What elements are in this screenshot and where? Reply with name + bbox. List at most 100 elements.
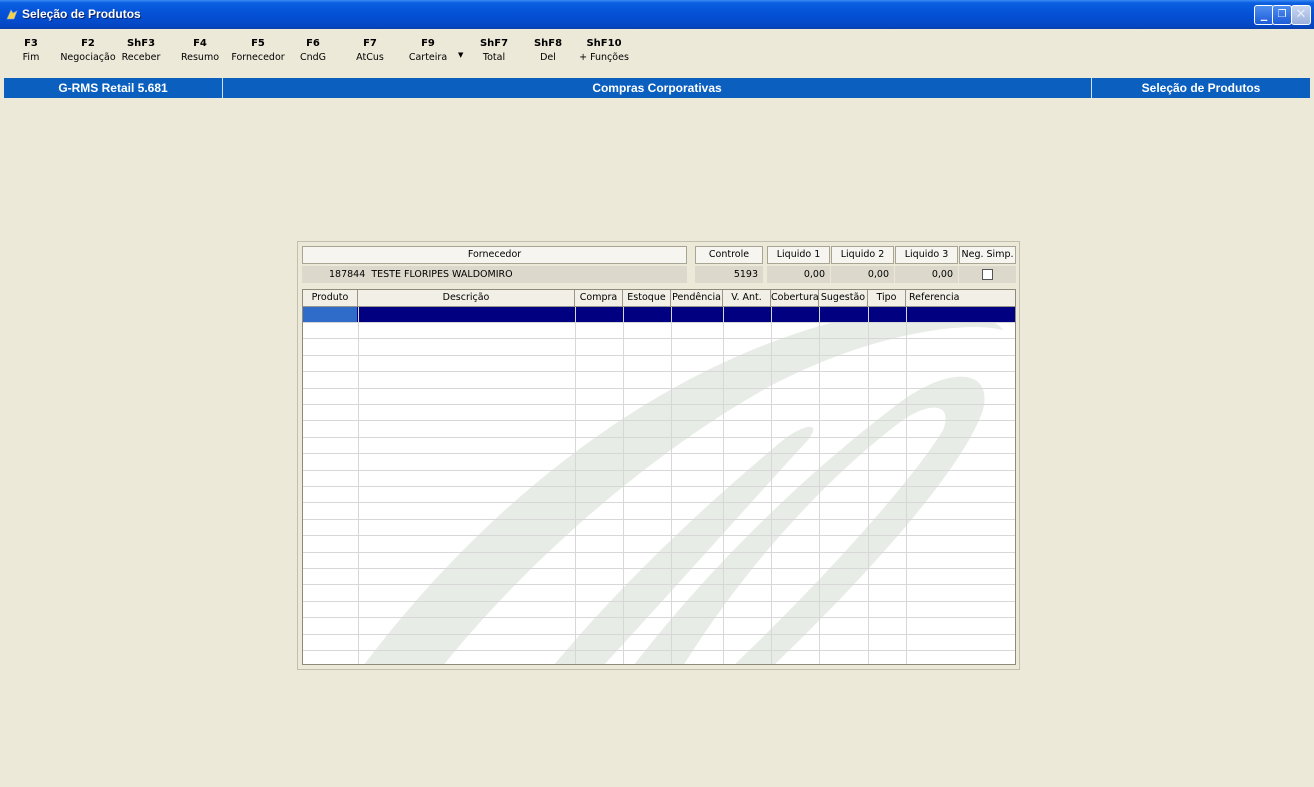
toolbar-button-carteira[interactable]: F9 Carteira [402, 37, 454, 66]
grid-row-line [303, 387, 1015, 389]
grid-row-line [303, 600, 1015, 602]
grid-row-line [303, 436, 1015, 438]
restore-button[interactable]: ❐ [1272, 5, 1292, 25]
liquido2-header: Liquido 2 [831, 246, 894, 264]
action-label: Carteira [408, 52, 448, 63]
watermark-logo [364, 311, 1003, 664]
column-header-cobertura[interactable]: Cobertura [771, 290, 819, 307]
grid-row-line [303, 617, 1015, 619]
grid-row-line [303, 453, 1015, 455]
grid-column-line [819, 307, 820, 664]
module-label: Compras Corporativas [592, 81, 722, 95]
grid-row-line [303, 469, 1015, 471]
close-button[interactable]: ✕ [1291, 5, 1311, 25]
grid-row-line [303, 568, 1015, 569]
toolbar-button-receber[interactable]: ShF3 Receber [119, 37, 163, 66]
column-header-v-ant[interactable]: V. Ant. [723, 290, 771, 307]
toolbar-button-atcus[interactable]: F7 AtCus [349, 37, 391, 66]
grid-row-line [303, 535, 1015, 537]
grid-column-line [623, 307, 624, 664]
restore-icon: ❐ [1277, 9, 1287, 20]
key-label: F7 [363, 38, 377, 49]
grid-column-line [723, 307, 724, 664]
action-label: Fornecedor [231, 52, 285, 63]
fornecedor-code: 187844 [329, 269, 366, 280]
toolbar-button-fim[interactable]: F3 Fim [14, 37, 48, 66]
fornecedor-value[interactable]: 187844 TESTE FLORIPES WALDOMIRO [302, 266, 687, 283]
grid-row-line [303, 633, 1015, 635]
grid-row-line [303, 502, 1015, 504]
grid-column-line [358, 307, 359, 664]
grid-column-line [575, 307, 576, 664]
neg-simp-checkbox[interactable] [982, 269, 993, 280]
grid-row-line [303, 420, 1015, 422]
column-header-tipo[interactable]: Tipo [868, 290, 906, 307]
toolbar-button-mais-funcoes[interactable]: ShF10 + Funções [579, 37, 629, 66]
grid-column-line [906, 307, 907, 664]
column-header-compra[interactable]: Compra [575, 290, 623, 307]
neg-simp-cell [959, 266, 1016, 283]
grid-column-line [771, 307, 772, 664]
minimize-icon: _ [1260, 7, 1268, 22]
toolbar-button-del[interactable]: ShF8 Del [529, 37, 567, 66]
products-grid[interactable]: Produto Descrição Compra Estoque Pendênc… [302, 289, 1016, 665]
toolbar-button-cndg[interactable]: F6 CndG [294, 37, 332, 66]
app-version-label: G-RMS Retail 5.681 [58, 81, 168, 95]
action-label: + Funções [579, 52, 629, 63]
key-label: F6 [306, 38, 320, 49]
liquido3-header: Liquido 3 [895, 246, 958, 264]
window-title: Seleção de Produtos [22, 7, 141, 21]
close-icon: ✕ [1295, 7, 1307, 22]
info-bar: G-RMS Retail 5.681 Compras Corporativas … [4, 78, 1310, 98]
column-header-referencia[interactable]: Referencia [906, 290, 1015, 307]
column-header-pendencia[interactable]: Pendência [671, 290, 723, 307]
neg-simp-header: Neg. Simp. [959, 246, 1016, 264]
liquido2-value: 0,00 [831, 266, 894, 283]
grid-row-line [303, 551, 1015, 553]
app-icon [6, 9, 18, 20]
selected-row[interactable] [303, 307, 1015, 322]
toolbar-button-total[interactable]: ShF7 Total [474, 37, 514, 66]
grid-row-line [303, 518, 1015, 520]
controle-value: 5193 [695, 266, 763, 283]
minimize-button[interactable]: _ [1254, 5, 1274, 25]
toolbar-button-fornecedor[interactable]: F5 Fornecedor [226, 37, 290, 66]
action-label: Del [540, 52, 556, 63]
action-label: Resumo [180, 52, 220, 63]
action-label: Receber [121, 52, 161, 63]
action-label: CndG [299, 52, 327, 63]
action-label: AtCus [356, 52, 384, 63]
selected-cell[interactable] [303, 307, 357, 322]
grid-row-line [303, 584, 1015, 586]
column-header-estoque[interactable]: Estoque [623, 290, 671, 307]
grid-column-line [671, 307, 672, 664]
liquido1-header: Liquido 1 [767, 246, 830, 264]
key-label: F5 [251, 38, 265, 49]
grid-row-line [303, 371, 1015, 373]
fornecedor-name: TESTE FLORIPES WALDOMIRO [371, 269, 513, 280]
key-label: ShF7 [479, 38, 509, 49]
grid-row-line [303, 322, 1015, 323]
grid-column-line [868, 307, 869, 664]
liquido1-value: 0,00 [767, 266, 830, 283]
column-header-descricao[interactable]: Descrição [358, 290, 575, 307]
controle-header: Controle [695, 246, 763, 264]
key-label: ShF8 [533, 38, 563, 49]
key-label: F2 [81, 38, 95, 49]
liquido3-value: 0,00 [895, 266, 958, 283]
action-label: Total [482, 52, 506, 63]
toolbar-button-resumo[interactable]: F4 Resumo [178, 37, 222, 66]
dropdown-arrow-icon[interactable]: ▼ [458, 51, 463, 59]
key-label: F4 [193, 38, 207, 49]
function-key-toolbar: F3 Fim F2 Negociação ShF3 Receber F4 Res… [0, 29, 1314, 77]
product-selection-panel: Fornecedor Controle Liquido 1 Liquido 2 … [297, 241, 1020, 670]
toolbar-button-negociacao[interactable]: F2 Negociação [60, 37, 116, 66]
title-bar: Seleção de Produtos _ ❐ ✕ [0, 0, 1314, 29]
key-label: F3 [24, 38, 38, 49]
grid-row-line [303, 404, 1015, 405]
grid-row-line [303, 354, 1015, 356]
column-header-sugestao[interactable]: Sugestão [819, 290, 868, 307]
screen-label: Seleção de Produtos [1141, 81, 1261, 95]
column-header-produto[interactable]: Produto [303, 290, 358, 307]
grid-row-line [303, 486, 1015, 487]
